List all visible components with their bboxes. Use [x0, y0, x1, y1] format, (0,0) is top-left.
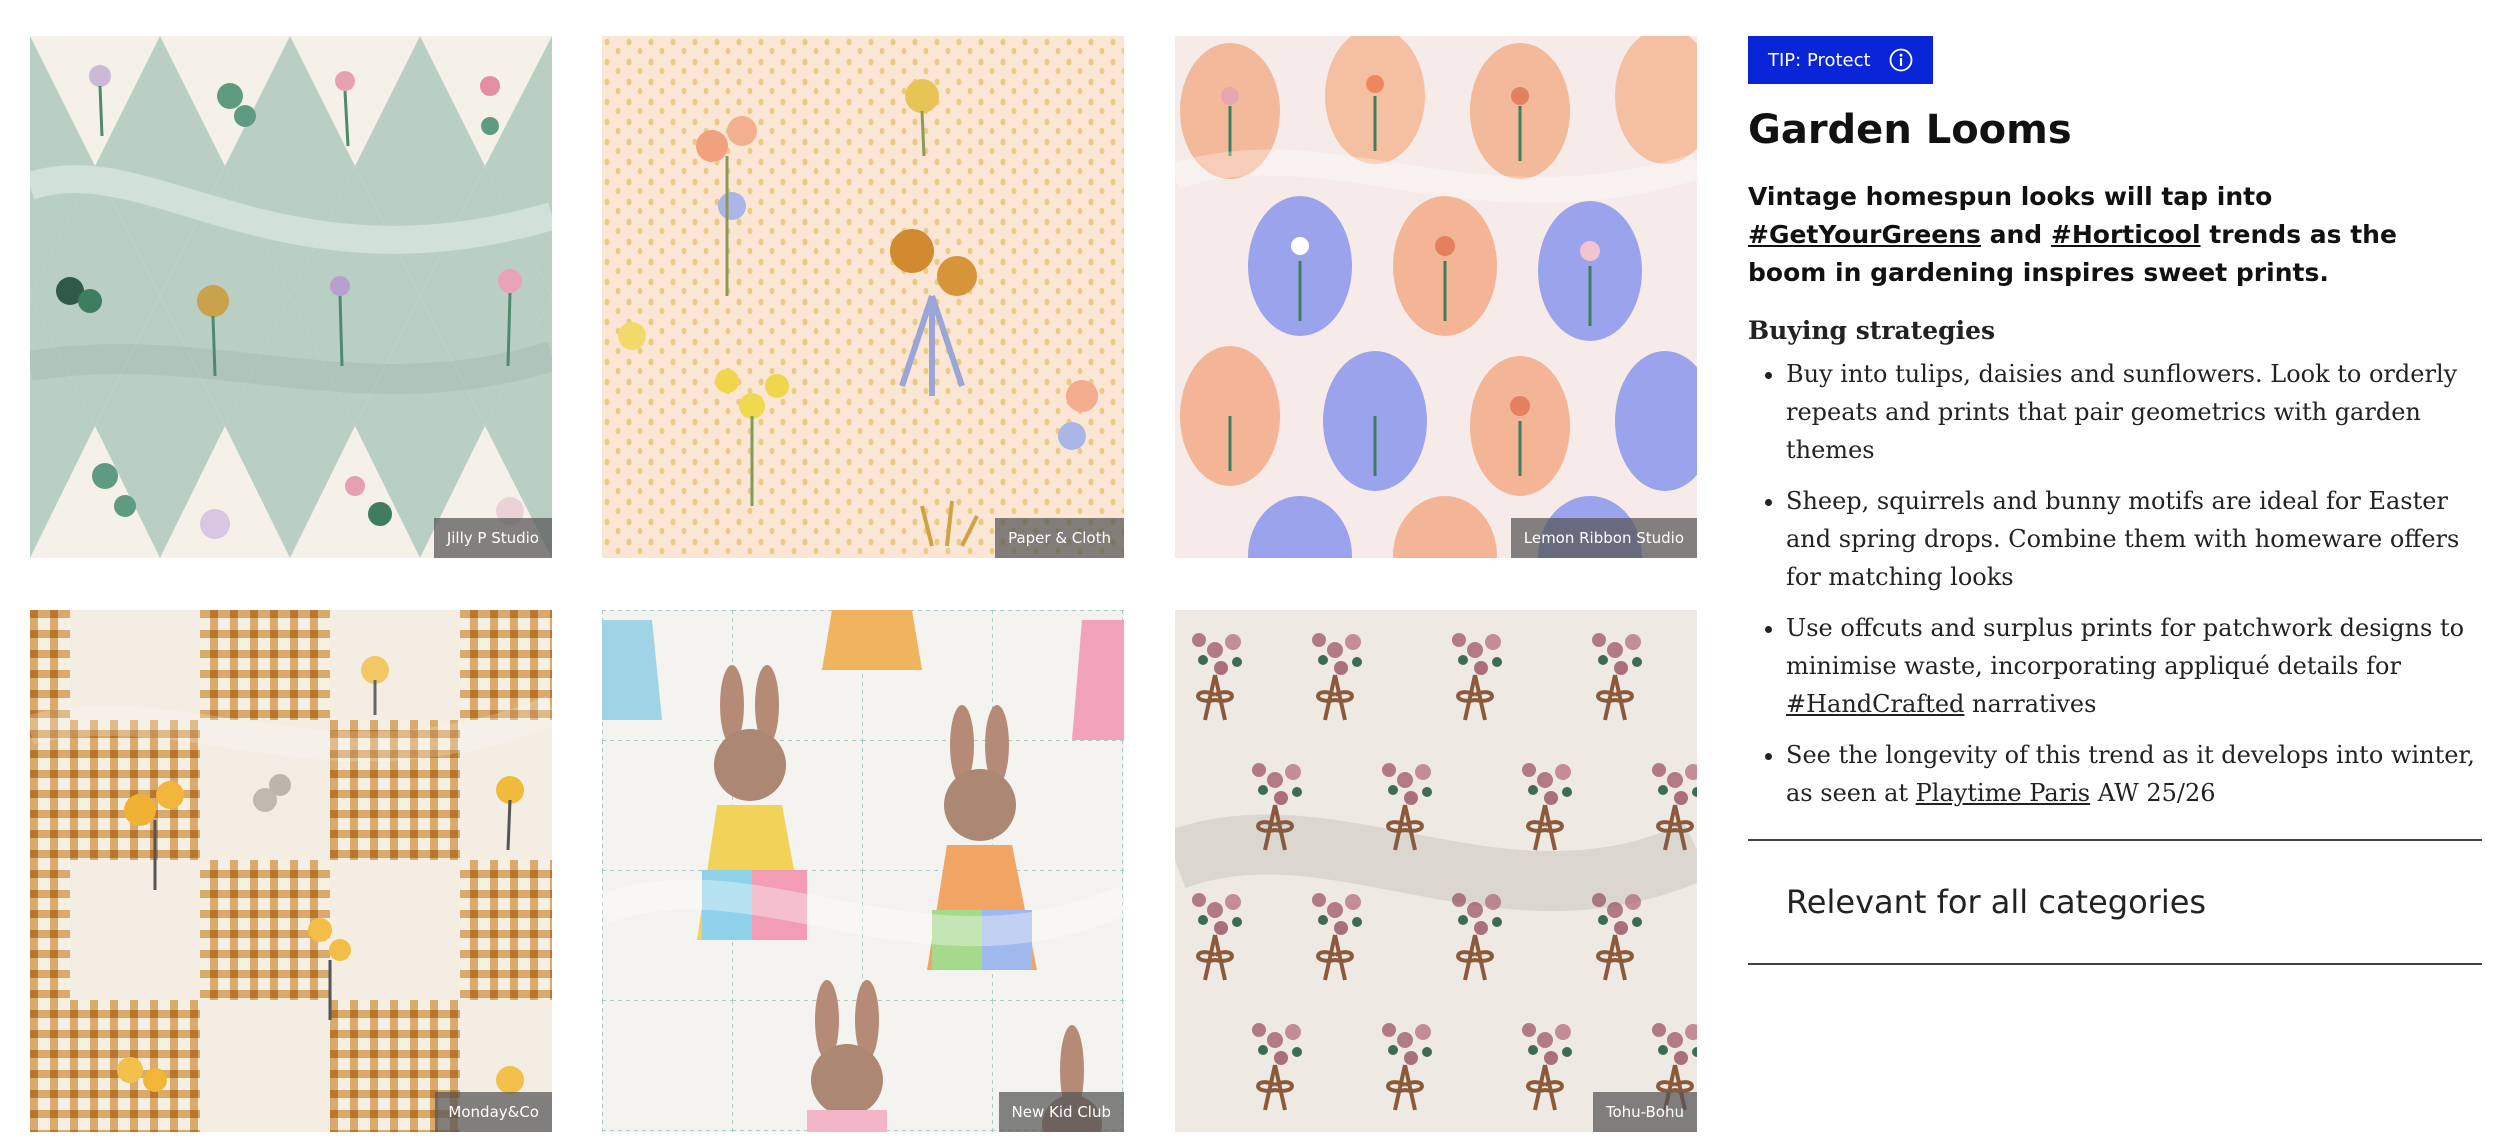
- gallery-tile-3[interactable]: Lemon Ribbon Studio: [1175, 36, 1697, 558]
- strategy-item: See the longevity of this trend as it de…: [1786, 736, 2482, 812]
- designer-credit: Jilly P Studio: [433, 518, 552, 558]
- gallery-tile-2[interactable]: Paper & Cloth: [602, 36, 1124, 558]
- lead-text: Vintage homespun looks will tap into: [1748, 182, 2273, 211]
- print-image-oval-posies: [1175, 36, 1697, 558]
- gallery-tile-5[interactable]: New Kid Club: [602, 610, 1124, 1132]
- playtime-paris-link[interactable]: Playtime Paris: [1916, 779, 2090, 807]
- relevant-categories[interactable]: Relevant for all categories: [1748, 841, 2482, 963]
- strategy-item: Sheep, squirrels and bunny motifs are id…: [1786, 482, 2482, 596]
- designer-credit: Paper & Cloth: [995, 518, 1124, 558]
- gallery-tile-1[interactable]: Jilly P Studio: [30, 36, 552, 558]
- print-image-gingham-florals: [30, 610, 552, 1132]
- designer-credit: Lemon Ribbon Studio: [1510, 518, 1697, 558]
- gallery-tile-6[interactable]: Tohu-Bohu: [1175, 610, 1697, 1132]
- strategy-text: Use offcuts and surplus prints for patch…: [1786, 614, 2465, 680]
- strategy-text: narratives: [1964, 690, 2097, 718]
- trend-panel: TIP: Protect Garden Looms Vintage homesp…: [1748, 36, 2482, 965]
- print-image-harlequin-florals: [30, 36, 552, 558]
- hashtag-link-horticool[interactable]: #Horticool: [2051, 220, 2201, 249]
- gallery-tile-4[interactable]: Monday&Co: [30, 610, 552, 1132]
- print-image-dotted-wildflowers: [602, 36, 1124, 558]
- strategy-text: AW 25/26: [2090, 779, 2216, 807]
- buying-strategies-list: Buy into tulips, daisies and sunflowers.…: [1748, 355, 2482, 812]
- designer-credit: Tohu-Bohu: [1592, 1092, 1697, 1132]
- print-image-bow-bouquets: [1175, 610, 1697, 1132]
- info-circle-icon[interactable]: [1889, 48, 1913, 72]
- trend-lead: Vintage homespun looks will tap into #Ge…: [1748, 178, 2482, 292]
- hashtag-link-getyourgreens[interactable]: #GetYourGreens: [1748, 220, 1981, 249]
- hashtag-link-handcrafted[interactable]: #HandCrafted: [1786, 690, 1964, 718]
- designer-credit: Monday&Co: [435, 1092, 552, 1132]
- tip-label: TIP: Protect: [1768, 49, 1871, 71]
- strategy-item: Use offcuts and surplus prints for patch…: [1786, 609, 2482, 723]
- designer-credit: New Kid Club: [998, 1092, 1124, 1132]
- strategy-item: Buy into tulips, daisies and sunflowers.…: [1786, 355, 2482, 469]
- print-image-patchwork-bunnies: [602, 610, 1124, 1132]
- buying-strategies-heading: Buying strategies: [1748, 316, 1996, 345]
- lead-text: and: [1980, 220, 2051, 249]
- divider: [1748, 963, 2482, 965]
- tip-badge[interactable]: TIP: Protect: [1748, 36, 1933, 84]
- trend-title: Garden Looms: [1748, 107, 2072, 153]
- print-gallery: Jilly P Studio Paper & Cloth Lemon Ribbo…: [30, 36, 1697, 1132]
